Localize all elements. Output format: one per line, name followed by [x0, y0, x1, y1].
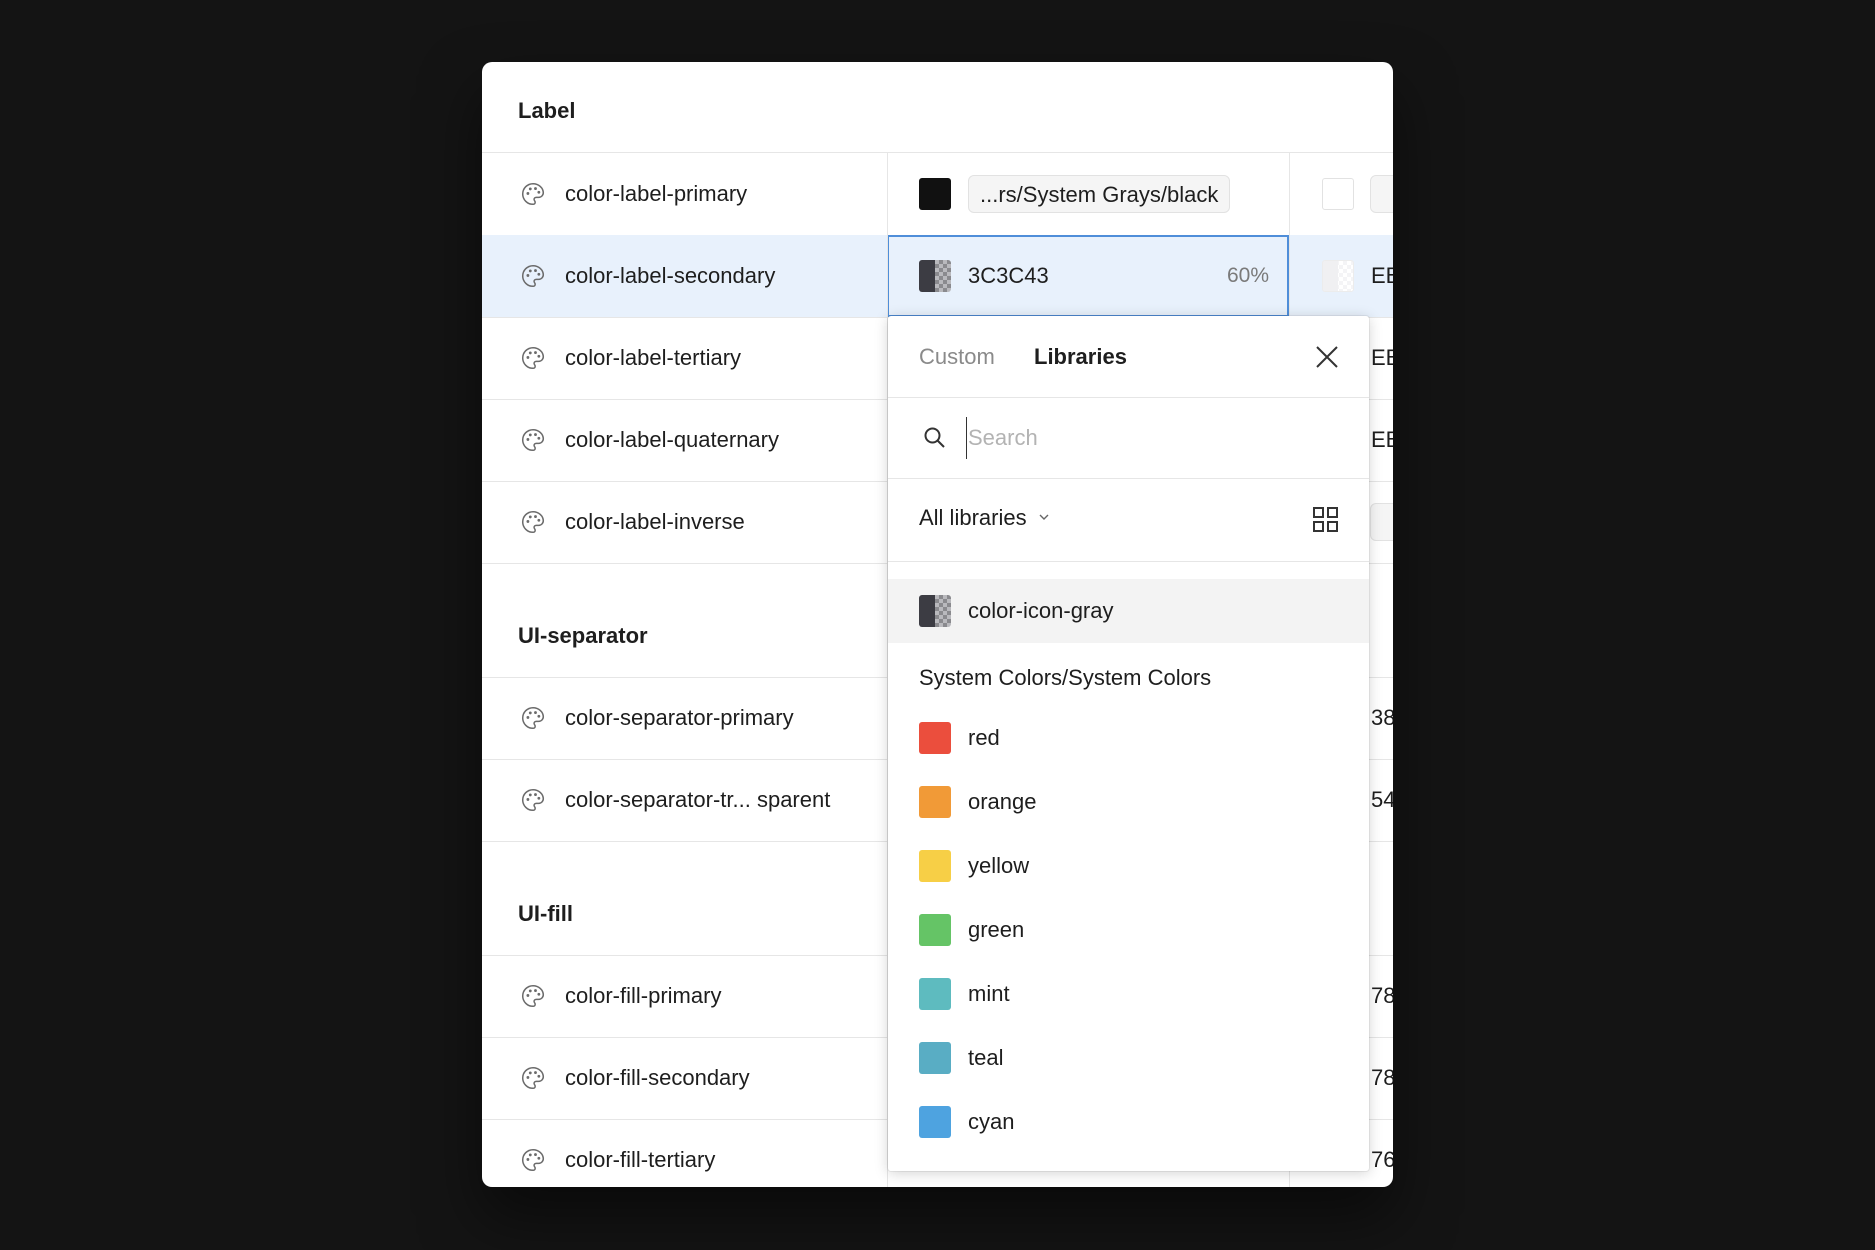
table-row[interactable]: color-label-primary ...rs/System Grays/b… [482, 153, 1393, 236]
library-color-item[interactable]: yellow [888, 834, 1369, 898]
variable-name: color-label-primary [565, 181, 748, 206]
color-name: color-icon-gray [968, 598, 1114, 623]
hex-value[interactable]: 54 [1371, 759, 1393, 841]
library-color-item[interactable]: teal [888, 1026, 1369, 1090]
library-filter-dropdown[interactable]: All libraries [919, 505, 1049, 531]
hex-value[interactable]: EB [1371, 235, 1393, 317]
search-bar [888, 397, 1369, 479]
color-swatch[interactable] [919, 178, 951, 210]
variable-name: color-separator-primary [565, 705, 794, 730]
color-swatch [919, 1042, 951, 1074]
variable-name: color-label-secondary [565, 263, 776, 288]
group-title: UI-separator [518, 623, 648, 648]
color-swatch[interactable] [1322, 260, 1354, 292]
hex-value[interactable]: 78 [1371, 1037, 1393, 1119]
color-swatch [919, 1106, 951, 1138]
grid-view-icon[interactable] [1312, 506, 1339, 533]
palette-icon [520, 1147, 546, 1173]
color-swatch [919, 595, 951, 627]
library-value-pill[interactable]: ...rs/System Grays/black [968, 175, 1231, 213]
palette-icon [520, 345, 546, 371]
color-picker-popover: Custom Libraries All libraries [888, 316, 1369, 1171]
color-name: cyan [968, 1109, 1015, 1134]
search-input[interactable] [966, 417, 1330, 459]
group-title: Label [518, 98, 576, 123]
color-value-cell-active[interactable]: 3C3C43 60% [887, 235, 1289, 317]
variable-name: color-label-tertiary [565, 345, 742, 370]
variable-name: color-fill-primary [565, 983, 722, 1008]
palette-icon [520, 705, 546, 731]
color-name: mint [968, 981, 1010, 1006]
popover-tabs: Custom Libraries [888, 316, 1369, 398]
variable-name: color-fill-tertiary [565, 1147, 716, 1172]
color-swatch [919, 914, 951, 946]
palette-icon [520, 983, 546, 1009]
color-name: yellow [968, 853, 1030, 878]
variable-name: color-separator-tr... sparent [565, 787, 831, 812]
library-filter-label: All libraries [919, 505, 1027, 530]
library-value-pill[interactable] [1370, 175, 1393, 213]
library-color-item[interactable]: red [888, 706, 1369, 770]
color-swatch [919, 978, 951, 1010]
variable-name: color-label-quaternary [565, 427, 779, 452]
variable-name: color-label-inverse [565, 509, 745, 534]
color-swatch[interactable] [919, 260, 951, 292]
tab-libraries[interactable]: Libraries [1034, 344, 1127, 370]
library-color-item[interactable]: color-icon-gray [888, 579, 1369, 643]
palette-icon [520, 263, 546, 289]
library-color-item[interactable]: cyan [888, 1090, 1369, 1154]
color-name: red [968, 725, 1000, 750]
color-name: orange [968, 789, 1037, 814]
color-swatch [919, 850, 951, 882]
color-name: teal [968, 1045, 1004, 1070]
library-color-item[interactable]: green [888, 898, 1369, 962]
variables-table: Label color-label-primary ...rs/System G… [482, 62, 1393, 1187]
palette-icon [520, 427, 546, 453]
variable-name: color-fill-secondary [565, 1065, 750, 1090]
color-name: green [968, 917, 1025, 942]
group-title: UI-fill [518, 901, 573, 926]
hex-value[interactable]: 3C3C43 [968, 237, 1049, 315]
hex-value[interactable]: 78 [1371, 955, 1393, 1037]
library-value-pill[interactable] [1370, 503, 1393, 541]
search-icon [924, 427, 945, 448]
palette-icon [520, 509, 546, 535]
library-filter-row: All libraries [888, 478, 1369, 562]
hex-value[interactable]: 38 [1371, 677, 1393, 759]
close-icon[interactable] [1312, 342, 1342, 372]
group-header-label: Label [482, 62, 1393, 153]
tab-custom[interactable]: Custom [919, 344, 995, 370]
library-section-title: System Colors/System Colors [919, 665, 1212, 690]
library-color-item[interactable]: mint [888, 962, 1369, 1026]
palette-icon [520, 787, 546, 813]
palette-icon [520, 1065, 546, 1091]
palette-icon [520, 181, 546, 207]
hex-value[interactable]: EB [1371, 317, 1393, 399]
color-swatch [919, 786, 951, 818]
opacity-value[interactable]: 60% [1227, 237, 1269, 315]
table-row[interactable]: color-label-secondary 3C3C43 60% EB [482, 235, 1393, 318]
color-swatch[interactable] [1322, 178, 1354, 210]
hex-value[interactable]: 76 [1371, 1119, 1393, 1187]
hex-value[interactable]: EB [1371, 399, 1393, 481]
chevron-down-icon [1039, 514, 1049, 520]
library-color-item[interactable]: orange [888, 770, 1369, 834]
color-swatch [919, 722, 951, 754]
